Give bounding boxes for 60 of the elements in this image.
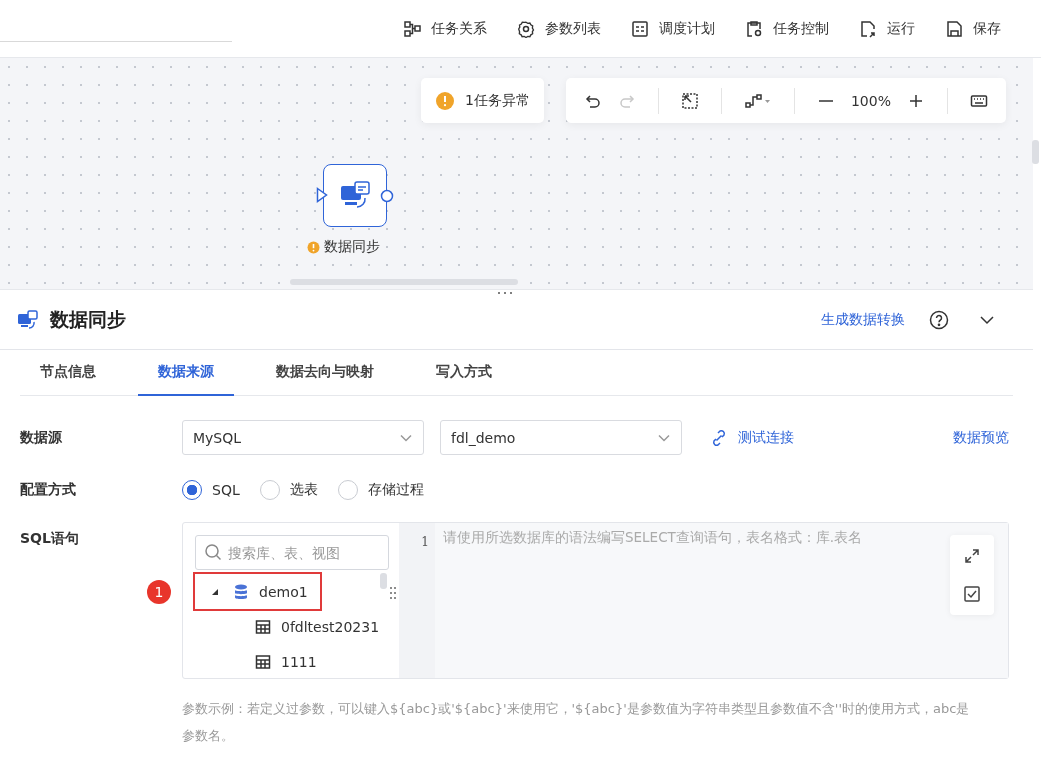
help-icon bbox=[929, 309, 949, 330]
output-port-icon bbox=[380, 189, 394, 203]
field-label: SQL语句 bbox=[20, 529, 80, 548]
convert-link[interactable]: 生成数据转换 bbox=[821, 310, 905, 329]
table-icon bbox=[255, 653, 271, 670]
select-field[interactable]: fdl_demo bbox=[440, 420, 682, 455]
toolbar-button[interactable]: 任务控制 bbox=[745, 19, 829, 38]
tab[interactable]: 数据来源 bbox=[138, 350, 234, 396]
test-connection-link[interactable]: 测试连接 bbox=[710, 428, 794, 447]
search-field[interactable]: 搜索库、表、视图 bbox=[195, 535, 389, 570]
tree-item[interactable]: 0fdltest20231 bbox=[195, 609, 392, 644]
tree-item[interactable]: demo1 bbox=[195, 574, 320, 609]
sql-editor[interactable]: 请使用所选数据库的语法编写SELECT查询语句，表名格式：库.表名 bbox=[435, 523, 1008, 678]
step-marker: 1 bbox=[147, 580, 171, 604]
field-label: 数据源 bbox=[20, 428, 63, 447]
scrollbar-thumb[interactable] bbox=[380, 573, 387, 589]
drag-handle-icon bbox=[496, 290, 514, 296]
zoom-level: 100% bbox=[849, 92, 892, 109]
tab[interactable]: 数据去向与映射 bbox=[256, 350, 394, 396]
calendar-grid-icon bbox=[631, 19, 649, 38]
radio-option[interactable]: 存储过程 bbox=[337, 480, 424, 500]
expand-icon bbox=[963, 547, 981, 565]
tab[interactable]: 写入方式 bbox=[416, 350, 512, 396]
fit-view-icon bbox=[680, 91, 699, 110]
resize-handle-icon bbox=[389, 584, 397, 601]
alert-text: 1任务异常 bbox=[465, 91, 530, 110]
toolbar-button[interactable]: 运行 bbox=[859, 19, 915, 38]
hint-text: 参数示例：若定义过参数，可以键入${abc}或'${abc}'来使用它，'${abc}'是参数值为字符串类型且参数值不含''时的使用方式，abc是参数名。 bbox=[182, 700, 971, 745]
toolbar-button[interactable]: 参数列表 bbox=[517, 19, 601, 38]
radio-option[interactable]: SQL bbox=[182, 480, 240, 500]
minus-icon bbox=[818, 99, 833, 102]
search-icon bbox=[204, 543, 222, 561]
node-label: 数据同步 bbox=[324, 238, 380, 256]
radio-option[interactable]: 选表 bbox=[259, 480, 318, 500]
input-port-icon bbox=[316, 187, 328, 203]
line-number: 1 bbox=[421, 535, 429, 549]
tree-item[interactable]: 1111 bbox=[195, 644, 329, 679]
preview-link[interactable]: 数据预览 bbox=[953, 428, 1009, 447]
select-field[interactable]: MySQL bbox=[182, 420, 424, 455]
scrollbar-thumb[interactable] bbox=[290, 279, 518, 285]
toolbar-button[interactable]: 任务关系 bbox=[403, 19, 487, 38]
save-icon bbox=[945, 19, 963, 38]
sync-icon bbox=[16, 307, 40, 332]
scrollbar-thumb[interactable] bbox=[1032, 140, 1039, 164]
task-node[interactable] bbox=[323, 164, 387, 227]
link-icon bbox=[710, 428, 728, 447]
node-link-icon bbox=[403, 19, 421, 38]
toolbar-button[interactable]: 保存 bbox=[945, 19, 1001, 38]
plus-icon bbox=[907, 92, 924, 109]
toolbar-button[interactable]: 调度计划 bbox=[631, 19, 715, 38]
radio-button[interactable] bbox=[182, 480, 202, 500]
field-label: 配置方式 bbox=[20, 481, 77, 499]
panel-title: 数据同步 bbox=[50, 306, 126, 332]
settings-icon bbox=[517, 19, 535, 38]
connector-icon bbox=[743, 91, 772, 110]
warning-icon bbox=[435, 90, 455, 111]
file-arrow-icon bbox=[859, 19, 877, 38]
database-icon bbox=[233, 582, 249, 601]
tab[interactable]: 节点信息 bbox=[20, 350, 116, 396]
table-icon bbox=[255, 618, 271, 635]
